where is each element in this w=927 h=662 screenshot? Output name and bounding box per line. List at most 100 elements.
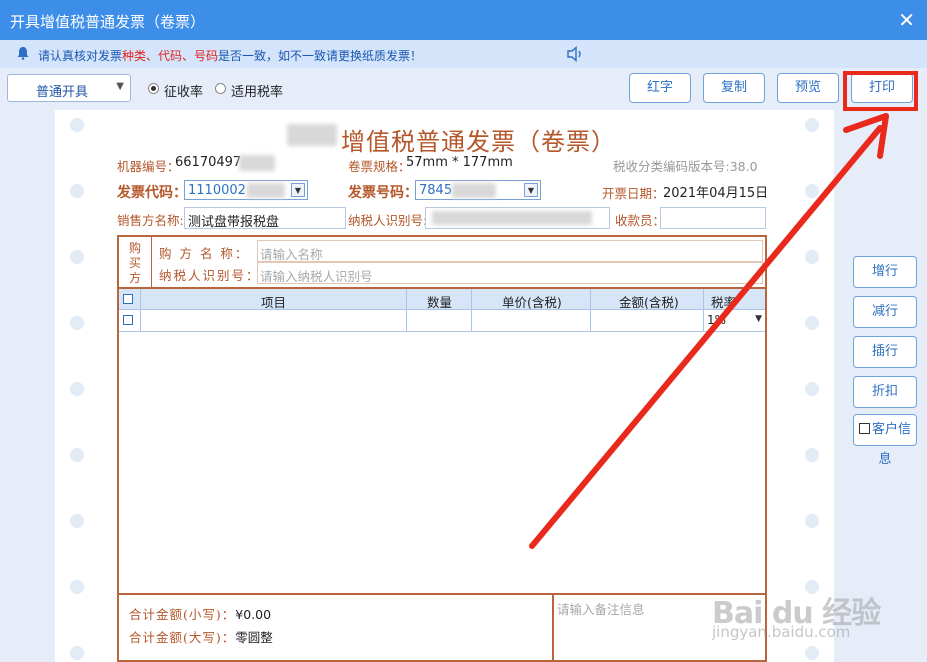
radio-dot[interactable] — [215, 83, 226, 94]
total-small-value: ¥0.00 — [235, 607, 272, 622]
bell-icon — [17, 47, 29, 60]
remove-row-button[interactable]: 减行 — [853, 296, 917, 328]
tax-rate-select[interactable]: 1% ▼ — [704, 313, 763, 329]
buyer-name-label: 购 方 名 称： — [159, 246, 250, 261]
total-small: 合计金额(小写)：¥0.00 — [129, 604, 271, 623]
redacted-area — [287, 124, 337, 146]
paper-hole — [70, 514, 84, 528]
seller-name-label: 销售方名称: — [117, 213, 184, 228]
window-title: 开具增值税普通发票（卷票） — [10, 13, 206, 31]
invoice-number-value: 7845 — [419, 183, 453, 198]
main-content: 普通开具 ▼ 征收率 适用税率 红字 复制 预览 打印 增行 减行 插行 折扣 … — [0, 68, 927, 662]
radio-apply-label: 适用税率 — [231, 85, 284, 100]
mode-select[interactable]: 普通开具 ▼ — [7, 74, 131, 102]
chevron-down-icon[interactable]: ▼ — [524, 183, 538, 197]
total-small-label: 合计金额(小写)： — [129, 607, 236, 622]
paper-hole — [70, 250, 84, 264]
paper-hole — [805, 316, 819, 330]
total-divider — [552, 595, 554, 662]
window-titlebar: 开具增值税普通发票（卷票） ✕ — [0, 0, 927, 40]
column-quantity: 数量 — [427, 295, 453, 310]
add-row-button[interactable]: 增行 — [853, 256, 917, 288]
invoice-date-label: 开票日期： — [602, 186, 665, 201]
invoice-code-select[interactable]: 1110002 ▼ — [184, 180, 308, 200]
cashier-input[interactable] — [660, 207, 766, 229]
buyer-side-label: 购 买 方 — [119, 237, 152, 287]
radio-collect-label: 征收率 — [164, 85, 204, 100]
redacted-area — [432, 211, 592, 225]
mode-select-value: 普通开具 — [36, 85, 89, 100]
invoice-date-value: 2021年04月15日 — [663, 186, 769, 201]
total-big: 合计金额(大写)：零圆整 — [129, 627, 273, 646]
paper-hole — [805, 514, 819, 528]
paper-hole — [70, 448, 84, 462]
redacted-area — [452, 183, 496, 198]
invoice-code-label: 发票代码： — [117, 185, 187, 201]
paper-hole — [805, 250, 819, 264]
total-big-label: 合计金额(大写)： — [129, 630, 236, 645]
invoice-frame: 购 买 方 购 方 名 称： 请输入名称 纳税人识别号： 请输入纳税人识别号 项… — [117, 235, 767, 662]
cashier-label: 收款员： — [615, 213, 666, 228]
invoice-title: 增值税普通发票（卷票） — [341, 128, 616, 156]
buyer-tax-id-placeholder: 请输入纳税人识别号 — [260, 269, 373, 284]
radio-dot-checked[interactable] — [148, 83, 159, 94]
column-tax-rate: 税率 — [711, 295, 737, 310]
machine-label: 机器编号： — [117, 159, 180, 174]
buyer-name-placeholder: 请输入名称 — [260, 247, 323, 262]
column-amount: 金额(含税) — [619, 295, 679, 310]
buyer-tax-id-label: 纳税人识别号： — [159, 268, 261, 283]
buyer-name-input[interactable]: 请输入名称 — [257, 240, 763, 262]
preview-button[interactable]: 预览 — [777, 73, 839, 103]
buyer-side-char: 方 — [129, 271, 142, 285]
remark-input[interactable]: 请输入备注信息 — [557, 599, 645, 618]
seller-tax-id-input[interactable] — [425, 207, 610, 229]
paper-hole — [70, 580, 84, 594]
seller-name-input[interactable]: 测试盘带报税盘 — [184, 207, 346, 230]
paper-hole — [805, 448, 819, 462]
buyer-tax-id-input[interactable]: 请输入纳税人识别号 — [257, 262, 763, 284]
items-table-header: 项目 数量 单价(含税) 金额(含税) 税率 — [119, 289, 765, 310]
print-highlight-box — [843, 71, 918, 111]
paper-hole — [70, 316, 84, 330]
toolbar: 普通开具 ▼ 征收率 适用税率 红字 复制 预览 打印 — [0, 68, 927, 112]
paper-hole — [70, 646, 84, 660]
tax-rate-value: 1% — [707, 313, 727, 327]
chevron-down-icon: ▼ — [116, 81, 124, 92]
column-unit-price: 单价(含税) — [502, 295, 562, 310]
invoice-paper: 增值税普通发票（卷票） 机器编号： 66170497 卷票规格： 57mm * … — [55, 110, 834, 662]
paper-hole — [805, 118, 819, 132]
copy-button[interactable]: 复制 — [703, 73, 765, 103]
paper-hole — [70, 382, 84, 396]
seller-tax-id-label: 纳税人识别号: — [348, 213, 428, 228]
paper-hole — [70, 184, 84, 198]
invoice-number-label: 发票号码： — [348, 185, 418, 201]
machine-value: 66170497 — [175, 155, 242, 170]
seller-name-value: 测试盘带报税盘 — [188, 215, 280, 230]
insert-row-button[interactable]: 插行 — [853, 336, 917, 368]
notice-bar: 请认真核对发票种类、代码、号码是否一致，如不一致请更换纸质发票！ — [0, 40, 927, 68]
paper-hole — [70, 118, 84, 132]
invoice-code-value: 1110002 — [188, 183, 246, 198]
checkbox-icon[interactable] — [858, 423, 870, 434]
chevron-down-icon[interactable]: ▼ — [291, 183, 305, 197]
column-item: 项目 — [261, 295, 287, 310]
invoice-number-select[interactable]: 7845 ▼ — [415, 180, 541, 200]
paper-hole — [805, 646, 819, 660]
discount-button[interactable]: 折扣 — [853, 376, 917, 408]
buyer-section: 购 买 方 购 方 名 称： 请输入名称 纳税人识别号： 请输入纳税人识别号 — [119, 237, 765, 289]
customer-info-label: 客户信息 — [871, 422, 911, 467]
red-invoice-button[interactable]: 红字 — [629, 73, 691, 103]
tax-code-version: 税收分类编码版本号:38.0 — [613, 159, 758, 174]
chevron-down-icon[interactable]: ▼ — [755, 314, 762, 324]
table-row[interactable] — [119, 310, 765, 332]
notice-text: 请认真核对发票种类、代码、号码是否一致，如不一致请更换纸质发票！ — [38, 49, 423, 63]
select-all-checkbox[interactable] — [123, 294, 133, 304]
spec-label: 卷票规格： — [348, 159, 411, 174]
spec-value: 57mm * 177mm — [406, 155, 513, 170]
customer-info-button[interactable]: 客户信息 — [853, 414, 917, 467]
redacted-area — [239, 155, 275, 171]
close-icon[interactable]: ✕ — [898, 8, 915, 32]
row-checkbox[interactable] — [123, 315, 133, 325]
speaker-icon[interactable] — [566, 46, 584, 62]
paper-hole — [805, 184, 819, 198]
